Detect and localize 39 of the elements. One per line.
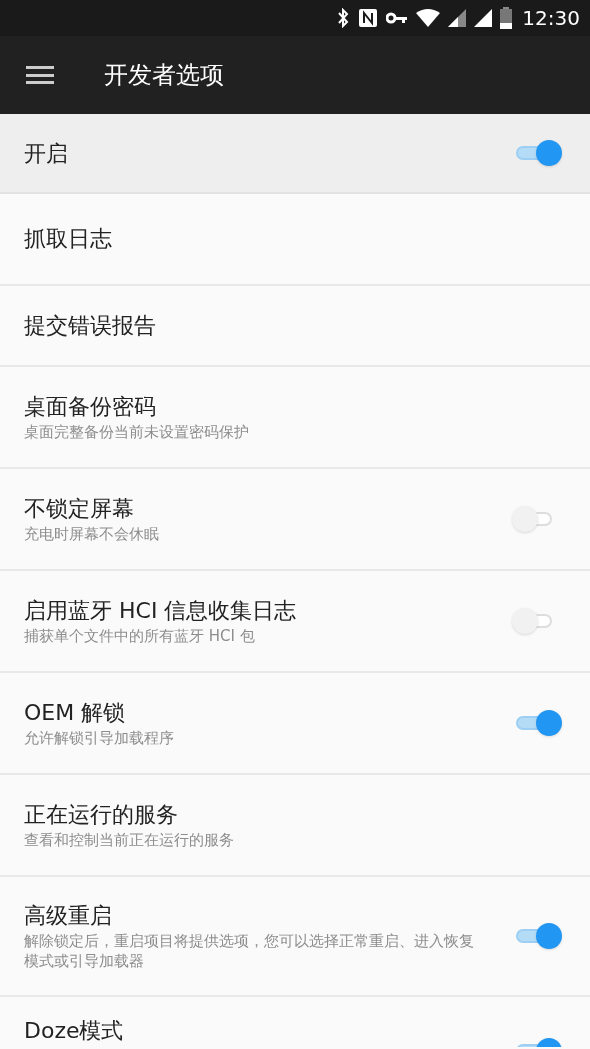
setting-row[interactable]: 不锁定屏幕 充电时屏幕不会休眠 — [0, 469, 590, 571]
setting-row[interactable]: 提交错误报告 — [0, 286, 590, 367]
nfc-icon — [358, 8, 379, 28]
signal-icon — [448, 9, 467, 27]
setting-row[interactable]: OEM 解锁 允许解锁引导加载程序 — [0, 673, 590, 775]
setting-title: 桌面备份密码 — [24, 393, 157, 421]
setting-row[interactable]: 正在运行的服务 查看和控制当前正在运行的服务 — [0, 775, 590, 877]
toggle-switch[interactable] — [516, 140, 562, 166]
menu-icon[interactable] — [26, 65, 54, 85]
setting-title: 提交错误报告 — [24, 311, 156, 340]
setting-description: 捕获单个文件中的所有蓝牙 HCI 包 — [24, 626, 256, 646]
setting-title: 开启 — [24, 139, 68, 168]
signal-icon — [474, 9, 493, 27]
setting-row[interactable]: 抓取日志 — [0, 194, 590, 286]
setting-title: OEM 解锁 — [24, 699, 127, 727]
battery-icon — [500, 7, 513, 29]
setting-title: 正在运行的服务 — [24, 801, 179, 829]
key-icon — [386, 11, 409, 25]
wifi-icon — [416, 9, 441, 27]
setting-description: 充电时屏幕不会休眠 — [24, 524, 159, 544]
setting-row[interactable]: 高级重启 解除锁定后，重启项目将提供选项，您可以选择正常重启、进入恢复模式或引导加载器 — [0, 877, 590, 997]
toggle-switch[interactable] — [516, 710, 562, 736]
toggle-switch[interactable] — [516, 923, 562, 949]
master-switch-row[interactable]: 开启 — [0, 114, 590, 194]
screen-title: 开发者选项 — [104, 60, 224, 91]
setting-description: 查看和控制当前正在运行的服务 — [24, 830, 234, 850]
setting-description: 允许解锁引导加载程序 — [24, 728, 174, 748]
setting-title: 不锁定屏幕 — [24, 495, 135, 523]
bluetooth-icon — [336, 8, 351, 28]
setting-description: 桌面完整备份当前未设置密码保护 — [24, 422, 249, 442]
setting-title: Doze模式 — [24, 1017, 124, 1045]
setting-row[interactable]: 桌面备份密码 桌面完整备份当前未设置密码保护 — [0, 367, 590, 469]
setting-title: 启用蓝牙 HCI 信息收集日志 — [24, 597, 297, 625]
setting-row[interactable]: Doze模式 — [0, 997, 590, 1047]
setting-title: 抓取日志 — [24, 225, 112, 253]
setting-row[interactable]: 启用蓝牙 HCI 信息收集日志 捕获单个文件中的所有蓝牙 HCI 包 — [0, 571, 590, 673]
status-time: 12:30 — [522, 5, 580, 32]
setting-description: 解除锁定后，重启项目将提供选项，您可以选择正常重启、进入恢复模式或引导加载器 — [24, 931, 475, 971]
setting-title: 高级重启 — [24, 902, 113, 930]
